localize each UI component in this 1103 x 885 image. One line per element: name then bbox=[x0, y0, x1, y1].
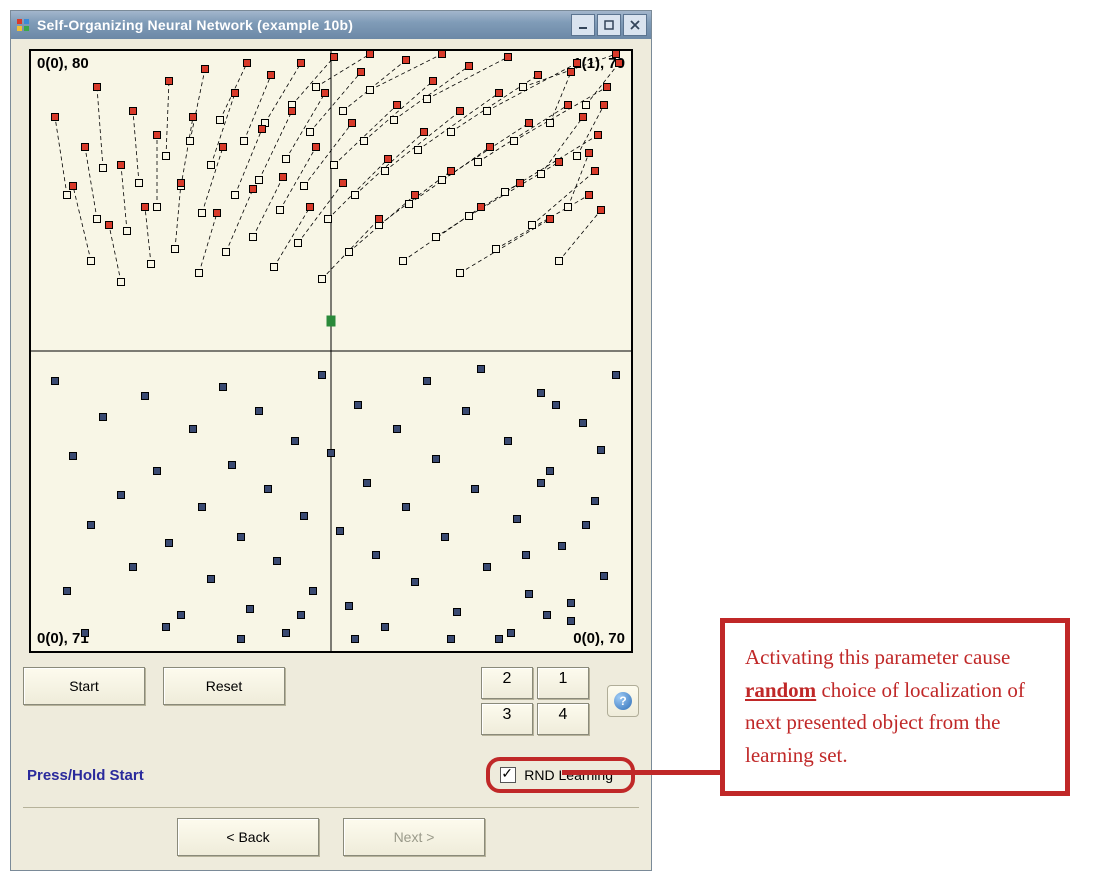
close-button[interactable] bbox=[623, 14, 647, 36]
som-plot: 0(0), 80 1(1), 79 0(0), 71 0(0), 70 bbox=[29, 49, 633, 653]
plot-canvas bbox=[31, 51, 631, 651]
quadrant-btn-1[interactable]: 1 bbox=[537, 667, 589, 699]
callout-text-pre: Activating this parameter cause bbox=[745, 645, 1010, 669]
rnd-learning-checkbox[interactable] bbox=[500, 767, 516, 783]
status-row: Press/Hold Start RND Learning bbox=[23, 757, 639, 793]
callout-text-emph: random bbox=[745, 678, 816, 702]
quadrant-btn-4[interactable]: 4 bbox=[537, 703, 589, 735]
maximize-button[interactable] bbox=[597, 14, 621, 36]
help-button[interactable]: ? bbox=[607, 685, 639, 717]
next-button[interactable]: Next > bbox=[343, 818, 485, 856]
quadrant-btn-2[interactable]: 2 bbox=[481, 667, 533, 699]
status-label: Press/Hold Start bbox=[27, 767, 144, 784]
quadrant-buttons: 2 1 3 4 bbox=[481, 667, 589, 735]
app-window: Self-Organizing Neural Network (example … bbox=[10, 10, 652, 871]
divider bbox=[23, 807, 639, 808]
start-button[interactable]: Start bbox=[23, 667, 145, 705]
callout-connector bbox=[562, 770, 722, 775]
quadrant-btn-3[interactable]: 3 bbox=[481, 703, 533, 735]
app-icon bbox=[15, 17, 31, 33]
titlebar[interactable]: Self-Organizing Neural Network (example … bbox=[11, 11, 651, 39]
controls-row: Start Reset 2 1 3 4 ? bbox=[23, 667, 639, 735]
back-button[interactable]: < Back bbox=[177, 818, 319, 856]
reset-button[interactable]: Reset bbox=[163, 667, 285, 705]
rnd-learning-box: RND Learning bbox=[486, 757, 635, 793]
help-icon: ? bbox=[614, 692, 632, 710]
callout-box: Activating this parameter cause random c… bbox=[720, 618, 1070, 796]
window-title: Self-Organizing Neural Network (example … bbox=[37, 17, 571, 33]
minimize-button[interactable] bbox=[571, 14, 595, 36]
nav-row: < Back Next > bbox=[23, 818, 639, 856]
client-area: 0(0), 80 1(1), 79 0(0), 71 0(0), 70 Star… bbox=[11, 39, 651, 870]
